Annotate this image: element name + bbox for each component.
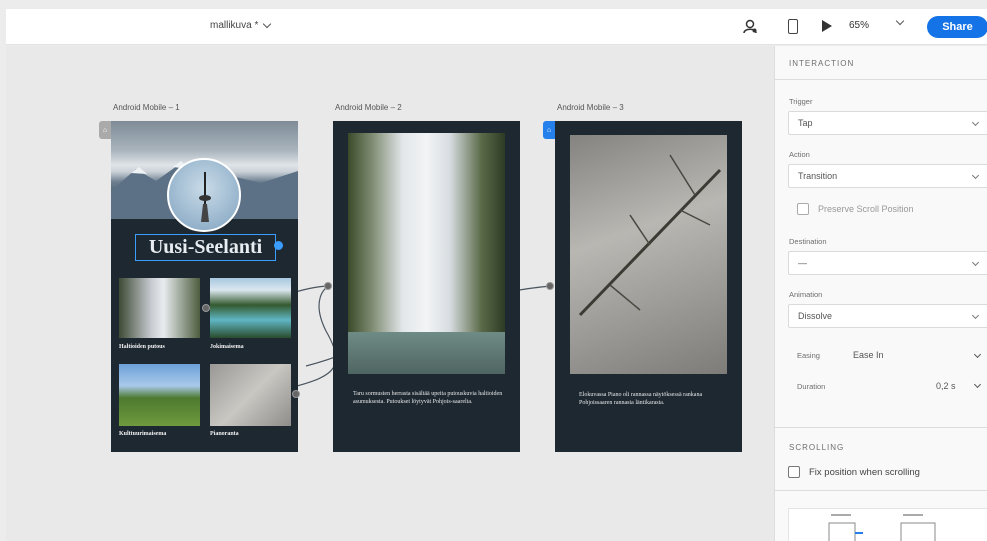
trigger-label: Trigger (789, 97, 813, 106)
trigger-dropdown[interactable]: Tap (788, 111, 987, 135)
interaction-heading: INTERACTION (789, 59, 855, 68)
chevron-down-icon (971, 311, 980, 320)
waterfall-thumb-image[interactable] (119, 278, 200, 338)
trigger-value: Tap (798, 118, 813, 128)
destination-dropdown[interactable]: — (788, 251, 987, 275)
share-button[interactable]: Share (927, 16, 987, 38)
artboard-3[interactable]: Elokuvassa Piano oli rannassa näytöksess… (555, 121, 742, 452)
easing-chevron-down-icon[interactable] (973, 350, 982, 359)
document-title: mallikuva * (210, 20, 259, 31)
wire-target-2[interactable] (324, 282, 332, 290)
thumb-caption-4: Pianoranta (210, 431, 239, 437)
destination-label: Destination (789, 237, 827, 246)
wire-handle-2[interactable] (292, 390, 300, 398)
beach-description: Elokuvassa Piano oli rannassa näytöksess… (579, 392, 703, 406)
wire-target-3[interactable] (546, 282, 554, 290)
beach-image (570, 135, 727, 374)
artboard-2[interactable]: Taru sormusten herrasta sisältää upeita … (333, 121, 520, 452)
easing-label: Easing (797, 351, 820, 360)
home-icon-active[interactable]: ⌂ (543, 121, 555, 139)
property-inspector: INTERACTION Trigger Tap Action Transitio… (774, 46, 987, 541)
duration-chevron-down-icon[interactable] (973, 380, 982, 389)
chevron-down-icon (971, 118, 980, 127)
mobile-device-icon[interactable] (788, 19, 798, 34)
action-label: Action (789, 150, 810, 159)
artboard-label-2[interactable]: Android Mobile – 2 (335, 103, 402, 112)
beach-thumb-image[interactable] (210, 364, 291, 426)
divider (775, 79, 987, 80)
wire-handle-1[interactable] (202, 304, 210, 312)
design-canvas[interactable]: Android Mobile – 1 ⌂ Uusi-Seelanti Halti… (6, 46, 774, 541)
link-arrow-icon[interactable] (274, 241, 283, 250)
fix-position-checkbox[interactable] (788, 466, 800, 478)
zoom-chevron-down-icon[interactable] (895, 16, 905, 26)
scrolling-heading: SCROLLING (789, 443, 845, 452)
chevron-down-icon (971, 258, 980, 267)
artboard-1[interactable]: Uusi-Seelanti Haltioiden putous Jokimais… (111, 121, 298, 452)
action-dropdown[interactable]: Transition (788, 164, 987, 188)
thumb-caption-2: Jokimaisema (210, 344, 244, 350)
waterfall-image (348, 133, 505, 374)
artboard-label-1[interactable]: Android Mobile – 1 (113, 103, 180, 112)
chevron-down-icon (263, 19, 272, 29)
duration-label: Duration (797, 382, 826, 391)
title-selection-box[interactable]: Uusi-Seelanti (135, 234, 276, 261)
river-thumb-image[interactable] (210, 278, 291, 338)
divider (775, 490, 987, 491)
document-title-menu[interactable]: mallikuva * (210, 19, 272, 31)
animation-label: Animation (789, 290, 823, 299)
home-icon[interactable]: ⌂ (99, 121, 111, 139)
easing-value[interactable]: Ease In (853, 350, 884, 360)
destination-value: — (798, 258, 807, 268)
divider (775, 427, 987, 428)
pasture-thumb-image[interactable] (119, 364, 200, 426)
waterfall-description: Taru sormusten herrasta sisältää upeita … (353, 391, 503, 405)
zoom-level[interactable]: 65% (849, 20, 869, 31)
user-icon[interactable] (743, 19, 757, 33)
animation-dropdown[interactable]: Dissolve (788, 304, 987, 328)
fix-position-label: Fix position when scrolling (809, 467, 920, 478)
play-icon[interactable] (822, 20, 832, 32)
tower-avatar-image (167, 158, 241, 232)
duration-value[interactable]: 0,2 s (936, 381, 956, 391)
preserve-scroll-label: Preserve Scroll Position (818, 204, 914, 214)
animation-value: Dissolve (798, 311, 833, 321)
thumb-caption-1: Haltioiden putous (119, 344, 165, 350)
chevron-down-icon (971, 171, 980, 180)
top-toolbar: mallikuva * 65% Share (6, 9, 987, 45)
preserve-scroll-checkbox[interactable] (797, 203, 809, 215)
scroll-illustration (788, 508, 987, 541)
thumb-caption-3: Kulttuurimaisema (119, 431, 167, 437)
app-title: Uusi-Seelanti (148, 236, 263, 258)
artboard-label-3[interactable]: Android Mobile – 3 (557, 103, 624, 112)
action-value: Transition (798, 171, 838, 181)
